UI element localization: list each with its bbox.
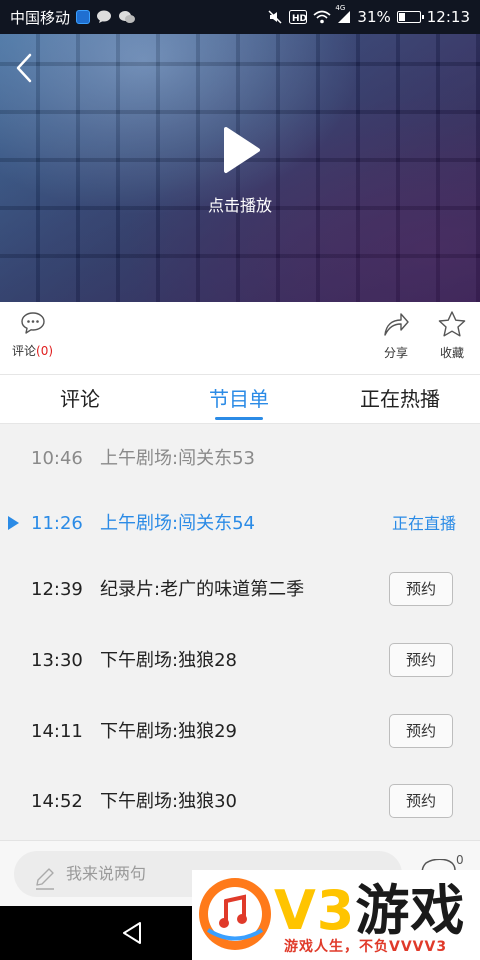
watermark-brand-cn: 游戏 (355, 879, 466, 942)
program-time: 14:11 (31, 721, 83, 742)
program-row[interactable]: 10:46 上午剧场:闯关东53 (0, 424, 480, 494)
v3-watermark: V3游戏 游戏人生，不负VVVV3 (192, 870, 480, 960)
program-title: 上午剧场:闯关东54 (100, 513, 255, 534)
program-list: 10:46 上午剧场:闯关东53 11:26 上午剧场:闯关东54 正在直播 1… (0, 424, 480, 839)
action-bar: 评论(0) 分享 收藏 (0, 302, 480, 375)
reserve-button[interactable]: 预约 (389, 643, 453, 677)
program-title: 纪录片:老广的味道第二季 (100, 579, 305, 600)
program-time: 13:30 (31, 650, 83, 671)
favorite-action[interactable]: 收藏 (437, 310, 467, 361)
program-row[interactable]: 14:11 下午剧场:独狼29 预约 (0, 697, 480, 767)
v3-logo-icon (196, 875, 274, 957)
share-icon (384, 313, 409, 336)
program-row[interactable]: 14:52 下午剧场:独狼30 预约 (0, 767, 480, 837)
program-time: 10:46 (31, 448, 83, 469)
play-label[interactable]: 点击播放 (0, 192, 480, 216)
tab-comments[interactable]: 评论 (30, 375, 130, 423)
watermark-brand: V3游戏 (274, 866, 465, 945)
live-status-label: 正在直播 (391, 514, 456, 533)
tab-bar: 评论 节目单 正在热播 (0, 375, 480, 424)
nav-back-button[interactable] (118, 918, 148, 952)
play-button[interactable] (222, 126, 262, 174)
program-row-live[interactable]: 11:26 上午剧场:闯关东54 正在直播 (0, 489, 480, 559)
share-action[interactable]: 分享 (382, 310, 410, 361)
program-title: 下午剧场:独狼28 (100, 650, 237, 671)
battery-fill (398, 13, 405, 21)
program-time: 11:26 (31, 513, 83, 534)
network-type: 4G (335, 4, 346, 12)
battery-icon (396, 11, 424, 23)
reserve-button[interactable]: 预约 (389, 784, 453, 818)
comment-icon (20, 312, 45, 334)
back-button[interactable] (8, 50, 40, 86)
watermark-brand-latin: V3 (274, 879, 356, 942)
wechat-icon (118, 10, 136, 24)
status-left: 中国移动 (10, 7, 136, 28)
video-player[interactable]: 点击播放 (0, 34, 480, 302)
comment-bar-count: 0 (456, 853, 464, 867)
svg-text:HD: HD (292, 14, 307, 24)
now-playing-marker-icon (8, 516, 19, 530)
chevron-left-icon (16, 53, 32, 83)
status-right: HD 4G 31% 12:13 (267, 4, 470, 26)
carrier-name: 中国移动 (10, 8, 71, 27)
comment-label: 评论 (12, 344, 37, 358)
program-time: 12:39 (31, 579, 83, 600)
clock: 12:13 (426, 8, 470, 26)
program-title: 下午剧场:独狼30 (100, 791, 237, 812)
comment-placeholder: 我来说两句 (66, 864, 147, 883)
program-row[interactable]: 13:30 下午剧场:独狼28 预约 (0, 626, 480, 696)
comment-count: (0) (36, 344, 54, 358)
share-label: 分享 (383, 346, 408, 360)
active-tab-indicator (215, 417, 263, 420)
program-row[interactable]: 12:39 纪录片:老广的味道第二季 预约 (0, 555, 480, 625)
wifi-icon (313, 10, 331, 24)
pencil-icon (34, 863, 56, 909)
watermark-tagline: 游戏人生，不负VVVV3 (284, 939, 448, 955)
play-icon (224, 127, 260, 173)
hd-icon: HD (289, 10, 308, 24)
program-title: 下午剧场:独狼29 (100, 721, 237, 742)
tab-trending[interactable]: 正在热播 (340, 375, 460, 423)
comment-action[interactable]: 评论(0) (12, 310, 53, 359)
tab-schedule[interactable]: 节目单 (189, 375, 289, 423)
status-bar: 中国移动 HD 4G 31% 12:13 (0, 0, 480, 34)
program-time: 14:52 (31, 791, 83, 812)
reserve-button[interactable]: 预约 (389, 572, 453, 606)
message-icon (96, 10, 112, 24)
program-title: 上午剧场:闯关东53 (100, 448, 255, 469)
favorite-label: 收藏 (439, 346, 464, 360)
triangle-back-icon (123, 922, 141, 944)
app-badge-icon (76, 10, 91, 24)
star-icon (438, 311, 466, 337)
reserve-button[interactable]: 预约 (389, 714, 453, 748)
signal-icon: 4G (335, 4, 351, 24)
battery-percent: 31% (357, 8, 391, 26)
mute-icon (267, 9, 283, 25)
